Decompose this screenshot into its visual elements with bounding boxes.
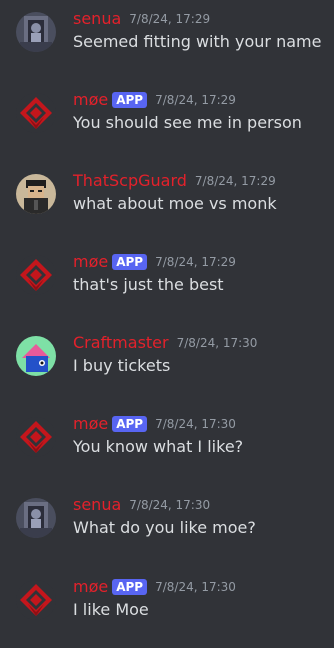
- message-header: møe APP 7/8/24, 17:30: [73, 413, 236, 435]
- username[interactable]: ThatScpGuard: [73, 170, 187, 192]
- message-header: senua 7/8/24, 17:30: [73, 494, 210, 516]
- username[interactable]: møe: [73, 413, 108, 435]
- moe-logo-avatar[interactable]: [16, 93, 56, 133]
- app-badge: APP: [112, 416, 148, 432]
- message-header: ThatScpGuard 7/8/24, 17:29: [73, 170, 276, 192]
- message-item: senua 7/8/24, 17:30 What do you like moe…: [0, 494, 334, 554]
- username[interactable]: senua: [73, 494, 121, 516]
- moe-logo-avatar[interactable]: [16, 417, 56, 457]
- scp-guard-avatar[interactable]: [16, 174, 56, 214]
- message-list: senua 7/8/24, 17:29 Seemed fitting with …: [0, 0, 334, 648]
- message-item: møe APP 7/8/24, 17:29 that's just the be…: [0, 251, 334, 311]
- message-item: møe APP 7/8/24, 17:30 I like Moe: [0, 576, 334, 636]
- message-item: senua 7/8/24, 17:29 Seemed fitting with …: [0, 8, 334, 68]
- message-text: Seemed fitting with your name: [73, 32, 322, 51]
- message-item: møe APP 7/8/24, 17:30 You know what I li…: [0, 413, 334, 473]
- app-badge: APP: [112, 254, 148, 270]
- timestamp: 7/8/24, 17:29: [129, 12, 211, 26]
- message-header: Craftmaster 7/8/24, 17:30: [73, 332, 257, 354]
- timestamp: 7/8/24, 17:30: [176, 336, 258, 350]
- message-header: senua 7/8/24, 17:29: [73, 8, 210, 30]
- timestamp: 7/8/24, 17:30: [155, 417, 236, 431]
- moe-logo-avatar[interactable]: [16, 255, 56, 295]
- timestamp: 7/8/24, 17:29: [155, 255, 236, 269]
- username[interactable]: møe: [73, 576, 108, 598]
- username[interactable]: møe: [73, 251, 108, 273]
- message-header: møe APP 7/8/24, 17:29: [73, 251, 236, 273]
- moe-logo-avatar[interactable]: [16, 580, 56, 620]
- message-text: You should see me in person: [73, 113, 302, 132]
- timestamp: 7/8/24, 17:30: [155, 580, 236, 594]
- timestamp: 7/8/24, 17:29: [194, 174, 276, 188]
- message-text: I buy tickets: [73, 356, 171, 375]
- username[interactable]: Craftmaster: [73, 332, 169, 354]
- timestamp: 7/8/24, 17:29: [155, 93, 236, 107]
- craftmaster-avatar[interactable]: [16, 336, 56, 376]
- message-item: Craftmaster 7/8/24, 17:30 I buy tickets: [0, 332, 334, 392]
- senua-avatar[interactable]: [16, 498, 56, 538]
- message-header: møe APP 7/8/24, 17:30: [73, 576, 236, 598]
- message-item: møe APP 7/8/24, 17:29 You should see me …: [0, 89, 334, 149]
- username[interactable]: senua: [73, 8, 121, 30]
- message-text: I like Moe: [73, 600, 149, 619]
- message-text: You know what I like?: [73, 437, 244, 456]
- senua-avatar[interactable]: [16, 12, 56, 52]
- message-item: ThatScpGuard 7/8/24, 17:29 what about mo…: [0, 170, 334, 230]
- message-text: that's just the best: [73, 275, 224, 294]
- message-text: What do you like moe?: [73, 518, 256, 537]
- message-text: what about moe vs monk: [73, 194, 277, 213]
- username[interactable]: møe: [73, 89, 108, 111]
- message-header: møe APP 7/8/24, 17:29: [73, 89, 236, 111]
- timestamp: 7/8/24, 17:30: [129, 498, 211, 512]
- app-badge: APP: [112, 579, 148, 595]
- app-badge: APP: [112, 92, 148, 108]
